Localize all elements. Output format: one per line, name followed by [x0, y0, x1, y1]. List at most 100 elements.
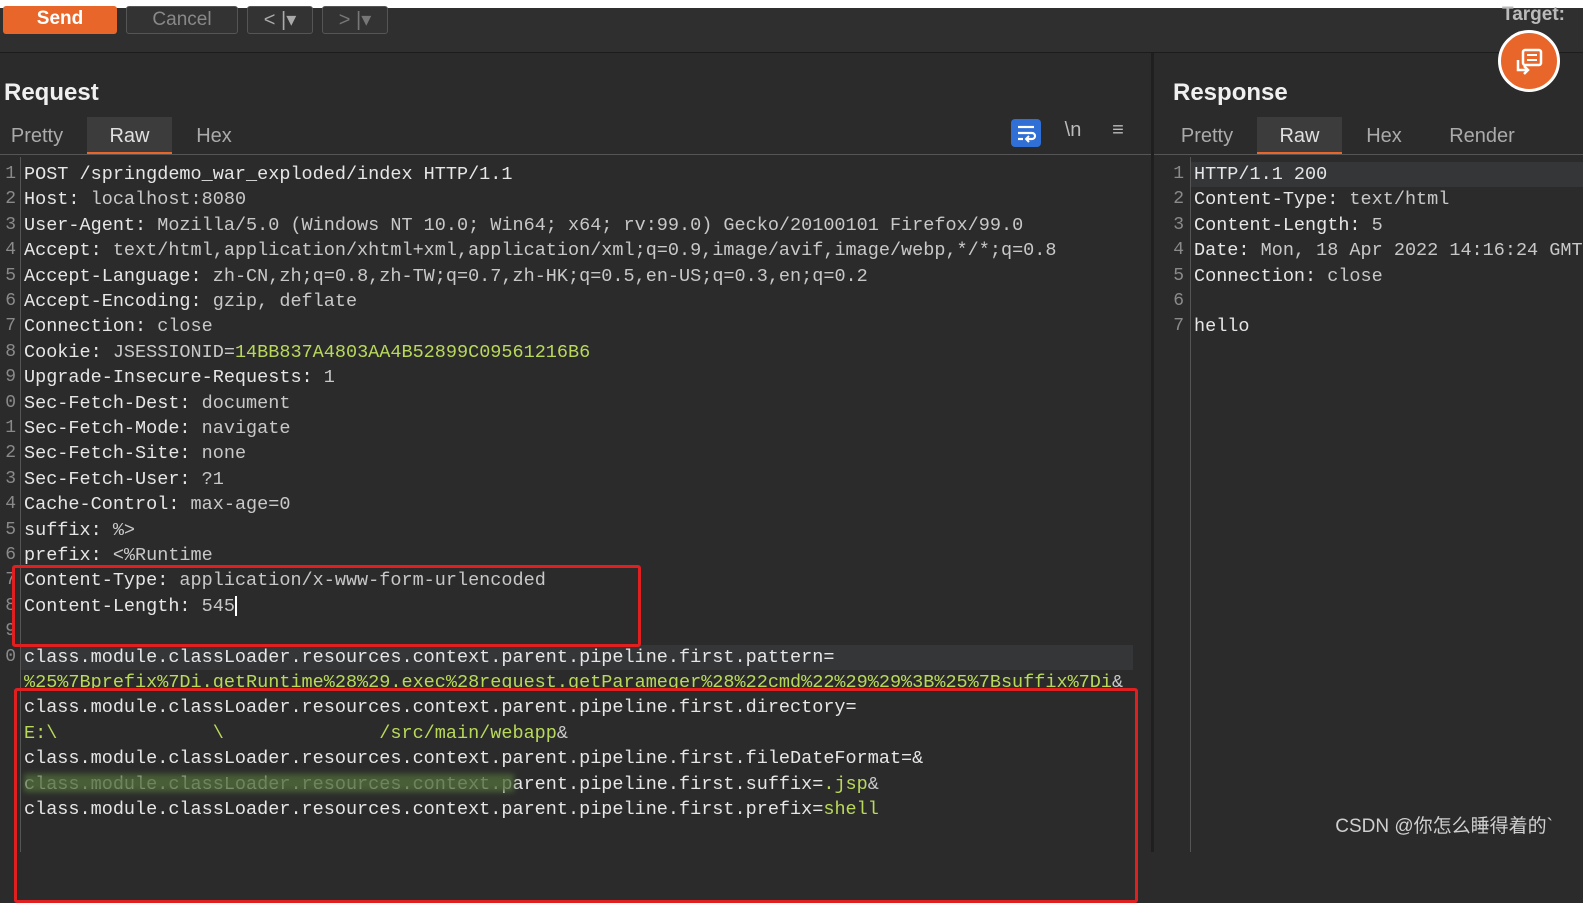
tab-underline — [1154, 154, 1583, 155]
code-line[interactable]: Cookie: JSESSIONID=14BB837A4803AA4B52899… — [24, 340, 590, 365]
line-number: 3 — [1173, 214, 1184, 235]
line-number: 6 — [1173, 291, 1184, 311]
highlight-box-body — [14, 688, 1138, 903]
forward-icon: > — [338, 9, 351, 31]
tab-pretty[interactable]: Pretty — [0, 117, 74, 155]
line-number: 3 — [5, 468, 16, 489]
line-number: 6 — [5, 291, 16, 311]
line-key: Cache-Control: — [24, 494, 180, 516]
line-number: 5 — [5, 519, 16, 540]
code-line[interactable]: Accept-Encoding: gzip, deflate — [24, 289, 357, 314]
response-editor[interactable]: 1 HTTP/1.1 200 2 Content-Type: text/html 3 Co… — [1154, 157, 1583, 852]
code-line[interactable]: User-Agent: Mozilla/5.0 (Windows NT 10.0… — [24, 213, 1023, 238]
line-number: 2 — [5, 443, 16, 464]
code-line[interactable]: class.module.classLoader.resources.conte… — [24, 645, 834, 670]
tab-pretty[interactable]: Pretty — [1170, 117, 1244, 155]
code-line[interactable]: suffix: %> — [24, 518, 135, 543]
line-value: navigate — [190, 418, 291, 439]
line-key: Sec-Fetch-Mode: — [24, 418, 191, 439]
line-number: 1 — [5, 164, 16, 184]
line-key: HTTP/1.1 200 — [1194, 164, 1328, 185]
line-number: 1 — [1173, 164, 1184, 184]
line-number: 4 — [1173, 240, 1184, 261]
line-value: <%Runtime — [101, 545, 213, 566]
line-value: gzip, deflate — [201, 291, 358, 312]
line-key: User-Agent: — [24, 214, 147, 236]
back-button[interactable]: < |▾ — [247, 6, 313, 34]
line-key: Host: — [24, 189, 80, 211]
tab-raw[interactable]: Raw — [87, 117, 172, 155]
line-key: Upgrade-Insecure-Requests: — [24, 367, 313, 389]
line-key: suffix: — [24, 519, 102, 541]
tab-hex[interactable]: Hex — [1350, 117, 1418, 155]
request-tabs: Pretty Raw Hex — [0, 117, 1151, 155]
line-number: 3 — [5, 214, 16, 235]
line-number: 4 — [5, 240, 16, 261]
highlight-box-headers — [12, 565, 641, 647]
line-value: text/html — [1338, 189, 1450, 211]
target-label[interactable]: Target: — [1502, 4, 1565, 26]
back-dropdown-icon[interactable]: |▾ — [281, 9, 296, 31]
request-editor[interactable]: 1 POST /springdemo_war_exploded/index HTT… — [0, 157, 1151, 903]
menu-icon[interactable]: ≡ — [1103, 119, 1133, 147]
response-title: Response — [1173, 79, 1288, 106]
line-key: POST /springdemo_war_exploded/index HTTP… — [24, 164, 513, 185]
line-value: localhost:8080 — [79, 189, 247, 211]
code-line[interactable]: Cache-Control: max-age=0 — [24, 492, 290, 517]
line-number: 7 — [5, 316, 16, 337]
line-value: document — [190, 392, 291, 414]
code-line[interactable]: Content-Length: 5 — [1194, 213, 1383, 238]
newline-toggle-button[interactable]: \n — [1058, 119, 1088, 147]
line-number: 2 — [1173, 189, 1184, 210]
code-line[interactable]: Sec-Fetch-Dest: document — [24, 391, 290, 416]
code-line[interactable]: Date: Mon, 18 Apr 2022 14:16:24 GMT — [1194, 238, 1583, 263]
code-line[interactable]: Sec-Fetch-Mode: navigate — [24, 416, 290, 441]
line-key: prefix: — [24, 545, 102, 566]
code-line[interactable]: Sec-Fetch-User: ?1 — [24, 467, 224, 492]
cancel-button[interactable]: Cancel — [126, 6, 238, 34]
tab-raw[interactable]: Raw — [1257, 117, 1342, 155]
code-line[interactable]: Content-Type: text/html — [1194, 187, 1449, 212]
line-number: 5 — [1173, 265, 1184, 286]
tab-render[interactable]: Render — [1434, 117, 1530, 155]
line-number: 5 — [5, 265, 16, 286]
send-button[interactable]: Send — [3, 6, 117, 34]
forward-dropdown-icon[interactable]: |▾ — [356, 9, 371, 31]
wrap-icon — [1018, 125, 1037, 143]
forward-button[interactable]: > |▾ — [322, 6, 388, 34]
gutter-divider — [1190, 157, 1191, 852]
line-value: max-age=0 — [179, 494, 291, 516]
code-line[interactable]: Sec-Fetch-Site: none — [24, 441, 246, 466]
line-key: Sec-Fetch-Dest: — [24, 392, 191, 414]
line-value: 5 — [1360, 214, 1383, 236]
line-value: zh-CN,zh;q=0.8,zh-TW;q=0.7,zh-HK;q=0.5,e… — [201, 265, 868, 287]
request-title: Request — [4, 79, 99, 106]
code-line[interactable]: hello — [1194, 314, 1250, 339]
tab-hex[interactable]: Hex — [180, 117, 248, 155]
line-value: none — [190, 443, 247, 465]
code-line[interactable]: Accept: text/html,application/xhtml+xml,… — [24, 238, 1056, 263]
code-line[interactable]: Connection: close — [24, 314, 213, 339]
line-string: 14BB837A4803AA4B52899C09561216B6 — [234, 341, 591, 363]
line-value: ?1 — [190, 468, 224, 490]
line-number: 8 — [5, 341, 16, 362]
line-number: 7 — [1173, 316, 1184, 337]
code-line[interactable]: POST /springdemo_war_exploded/index HTTP… — [24, 162, 512, 187]
code-line[interactable]: Connection: close — [1194, 264, 1383, 289]
toolbar: Send Cancel < |▾ > |▾ Target: — [0, 0, 1583, 53]
line-key: Date: — [1194, 240, 1250, 262]
line-value: 1 — [312, 367, 335, 389]
line-key: Connection: — [1194, 265, 1317, 287]
code-line[interactable]: HTTP/1.1 200 — [1194, 162, 1327, 187]
line-number: 0 — [5, 646, 16, 667]
line-value: text/html,application/xhtml+xml,applicat… — [101, 240, 1057, 262]
line-value: JSESSIONID= — [101, 341, 235, 363]
code-line[interactable]: Host: localhost:8080 — [24, 187, 246, 212]
line-number: 1 — [5, 418, 16, 438]
word-wrap-button[interactable] — [1011, 119, 1041, 147]
code-line[interactable]: Upgrade-Insecure-Requests: 1 — [24, 365, 335, 390]
code-line[interactable]: Accept-Language: zh-CN,zh;q=0.8,zh-TW;q=… — [24, 264, 868, 289]
line-key: Accept-Language: — [24, 265, 202, 287]
watermark: CSDN @你怎么睡得着的` — [1335, 816, 1553, 837]
response-tabs: Pretty Raw Hex Render — [1154, 117, 1583, 155]
